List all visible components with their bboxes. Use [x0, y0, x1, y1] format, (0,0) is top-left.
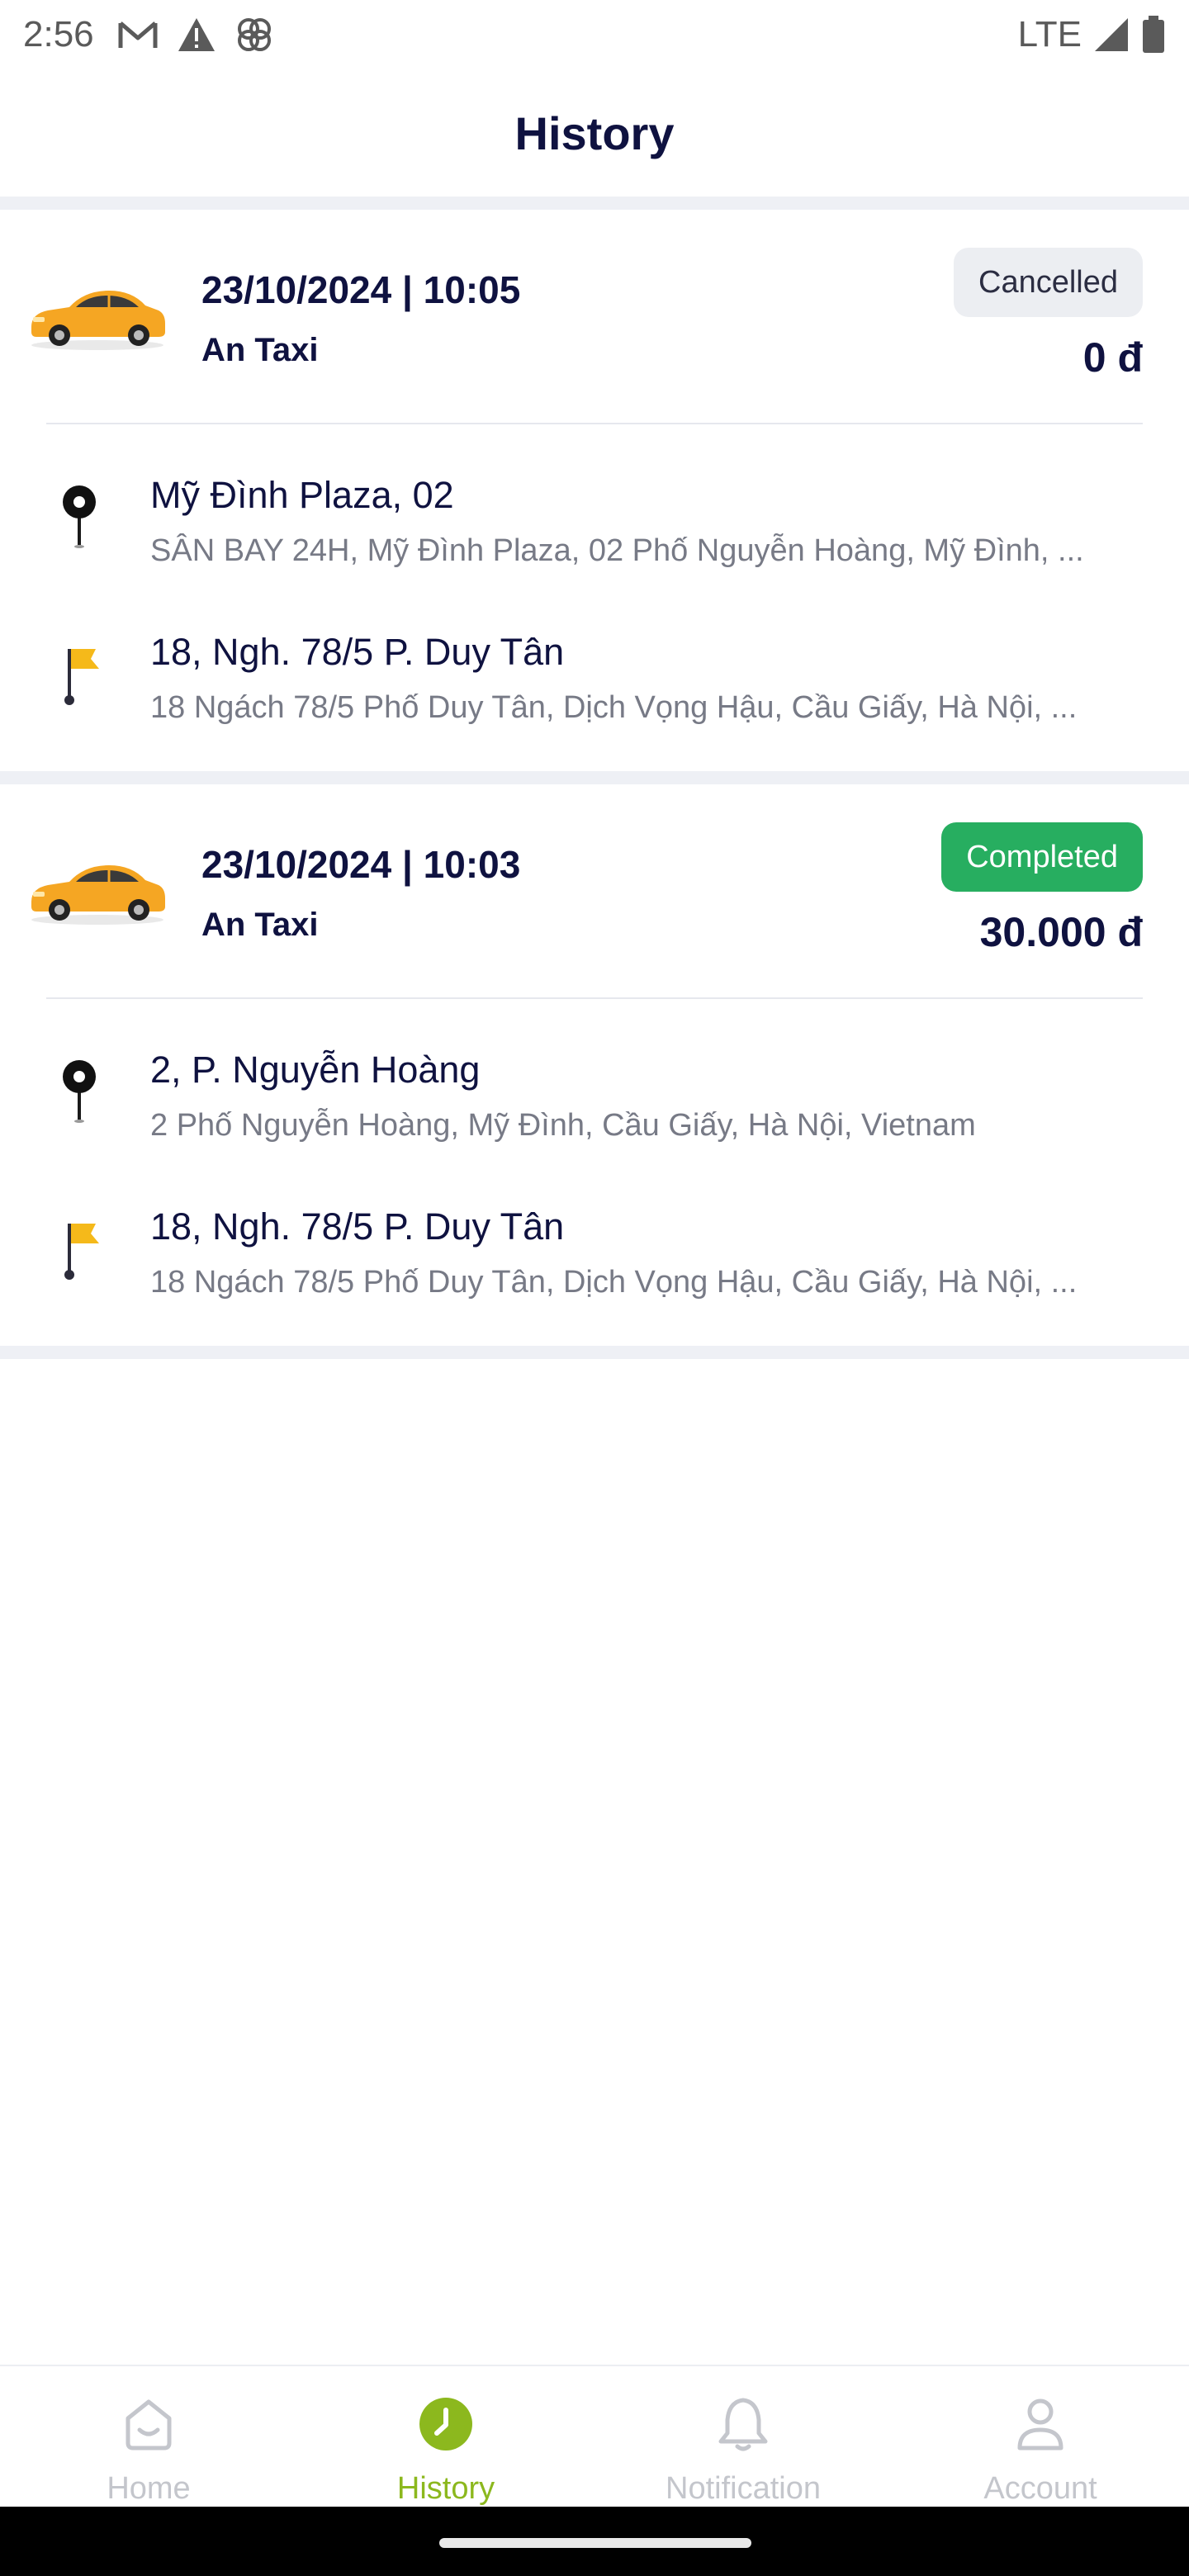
dropoff-address: 18 Ngách 78/5 Phố Duy Tân, Dịch Vọng Hậu…: [150, 690, 1078, 725]
status-bar: 2:56 LTE: [0, 0, 1189, 69]
nav-label: Account: [983, 2471, 1097, 2506]
trip-price: 0 đ: [1082, 334, 1143, 381]
battery-icon: [1143, 16, 1164, 53]
nav-label: Notification: [666, 2471, 821, 2506]
home-icon: [116, 2391, 182, 2456]
nav-label: Home: [107, 2471, 191, 2506]
pickup-address: SÂN BAY 24H, Mỹ Đình Plaza, 02 Phố Nguyễ…: [150, 533, 1084, 568]
gmail-icon: [118, 21, 158, 48]
trip-datetime: 23/10/2024 | 10:03: [201, 843, 521, 886]
car-icon: [31, 291, 165, 350]
nav-home[interactable]: Home: [0, 2366, 297, 2507]
status-time: 2:56: [23, 14, 94, 54]
trip-provider: An Taxi: [201, 332, 319, 368]
clock-icon: [413, 2391, 479, 2456]
nav-notification[interactable]: Notification: [594, 2366, 892, 2507]
signal-icon: [1095, 18, 1128, 51]
trip-card[interactable]: 23/10/2024 | 10:03 An Taxi Completed 30.…: [0, 784, 1189, 1346]
trip-card[interactable]: 23/10/2024 | 10:05 An Taxi Cancelled 0 đ…: [0, 210, 1189, 771]
destination-flag-icon: [64, 1224, 99, 1280]
bottom-nav: Home History Notification Account: [0, 2365, 1189, 2507]
dropoff-name: 18, Ngh. 78/5 P. Duy Tân: [150, 1205, 565, 1248]
warning-icon: [178, 18, 215, 51]
trip-datetime: 23/10/2024 | 10:05: [201, 268, 521, 311]
dropoff-name: 18, Ngh. 78/5 P. Duy Tân: [150, 631, 565, 673]
pickup-address: 2 Phố Nguyễn Hoàng, Mỹ Đình, Cầu Giấy, H…: [150, 1108, 976, 1143]
status-badge: Cancelled: [954, 248, 1143, 317]
app-header: History: [0, 69, 1189, 197]
user-icon: [1007, 2391, 1073, 2456]
pickup-name: 2, P. Nguyễn Hoàng: [150, 1049, 481, 1091]
trip-price: 30.000 đ: [979, 909, 1143, 955]
card-divider: [46, 997, 1143, 999]
system-gesture-bar: [0, 2507, 1189, 2576]
card-divider: [46, 423, 1143, 424]
destination-flag-icon: [64, 649, 99, 705]
pickup-stop: Mỹ Đình Plaza, 02 SÂN BAY 24H, Mỹ Đình P…: [0, 467, 1189, 591]
dropoff-stop: 18, Ngh. 78/5 P. Duy Tân 18 Ngách 78/5 P…: [0, 624, 1189, 748]
pickup-name: Mỹ Đình Plaza, 02: [150, 474, 454, 516]
bell-icon: [710, 2391, 776, 2456]
trip-provider: An Taxi: [201, 907, 319, 943]
page-title: History: [514, 107, 675, 159]
status-badge: Completed: [941, 822, 1143, 892]
network-type: LTE: [1017, 14, 1082, 54]
car-icon: [31, 865, 165, 925]
section-separator: [0, 197, 1189, 210]
section-separator: [0, 771, 1189, 784]
pickup-pin-icon: [63, 485, 96, 548]
section-separator: [0, 1346, 1189, 1359]
pickup-stop: 2, P. Nguyễn Hoàng 2 Phố Nguyễn Hoàng, M…: [0, 1042, 1189, 1166]
pickup-pin-icon: [63, 1060, 96, 1123]
pinwheel-icon: [237, 18, 271, 51]
nav-label: History: [396, 2471, 495, 2506]
home-gesture-handle[interactable]: [439, 2538, 751, 2548]
dropoff-stop: 18, Ngh. 78/5 P. Duy Tân 18 Ngách 78/5 P…: [0, 1199, 1189, 1323]
nav-history[interactable]: History: [297, 2366, 594, 2507]
dropoff-address: 18 Ngách 78/5 Phố Duy Tân, Dịch Vọng Hậu…: [150, 1265, 1078, 1300]
nav-account[interactable]: Account: [892, 2366, 1189, 2507]
